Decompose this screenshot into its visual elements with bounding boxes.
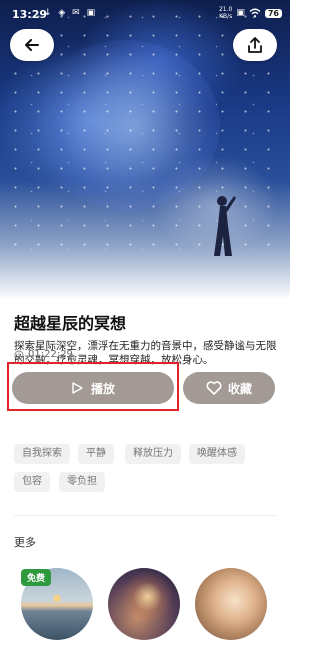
- status-bar: 13:29 ↓ ◈ ✉ ▣ 21.0 KB/s ▣ 76: [0, 0, 290, 30]
- tag-item[interactable]: 包容: [14, 472, 50, 492]
- share-icon: [248, 37, 262, 53]
- status-right: 21.0 KB/s ▣ 76: [219, 6, 282, 20]
- status-time: 13:29: [12, 8, 48, 21]
- clock-icon: [14, 350, 24, 359]
- arrow-left-icon: [25, 39, 39, 51]
- wifi-icon: [249, 8, 261, 18]
- tag-item[interactable]: 释放压力: [125, 444, 181, 464]
- net-speed: 21.0 KB/s: [219, 6, 232, 20]
- silhouette-figure: [214, 196, 236, 256]
- play-icon: [72, 382, 83, 394]
- tag-item[interactable]: 零负担: [59, 472, 105, 492]
- duration-row: 01:22:29: [14, 349, 73, 360]
- play-button[interactable]: 播放: [12, 372, 174, 404]
- heart-icon: [206, 381, 222, 395]
- tag-item[interactable]: 平静: [78, 444, 114, 464]
- more-section-title: 更多: [14, 536, 36, 549]
- net-speed-unit: KB/s: [219, 13, 233, 20]
- back-button[interactable]: [10, 29, 54, 61]
- divider: [14, 515, 276, 516]
- free-badge: 免费: [21, 569, 52, 586]
- duration-text: 01:22:29: [28, 349, 73, 360]
- page-title: 超越星辰的冥想: [14, 314, 127, 333]
- tag-item[interactable]: 唤醒体感: [189, 444, 245, 464]
- favorite-button[interactable]: 收藏: [183, 372, 275, 404]
- recommendation-thumb[interactable]: [108, 568, 180, 640]
- recommendation-thumb[interactable]: [195, 568, 267, 640]
- battery-icon: 76: [264, 8, 282, 18]
- net-speed-value: 21.0: [218, 6, 233, 13]
- play-label: 播放: [90, 381, 115, 396]
- share-button[interactable]: [233, 29, 277, 61]
- tag-item[interactable]: 自我探索: [14, 444, 70, 464]
- notification-icons: ↓ ◈ ✉ ▣: [44, 8, 98, 18]
- favorite-label: 收藏: [227, 381, 252, 396]
- sim-icon: ▣: [236, 8, 245, 18]
